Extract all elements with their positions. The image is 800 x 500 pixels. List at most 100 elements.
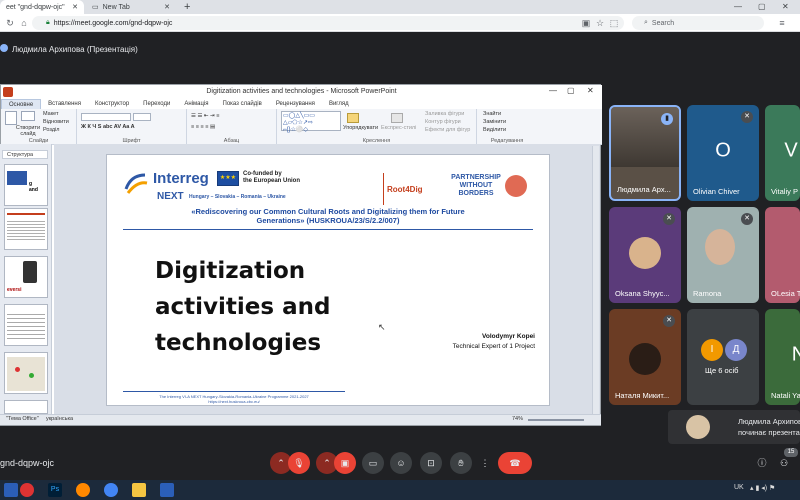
font-name-select[interactable] [81,113,131,121]
quick-styles-icon[interactable] [391,113,403,123]
browser-tab-meet[interactable]: eet "gnd-dqpw-ojc" ✕ [0,0,84,14]
participant-tile[interactable]: ✕ Ramona [687,207,759,303]
new-tab-icon[interactable]: + [184,0,190,14]
close-tab-icon[interactable]: ✕ [72,3,78,11]
participant-tile[interactable]: ▮ Людмила Арх... [609,105,681,201]
new-slide-button[interactable]: Створити слайд [15,125,41,137]
new-slide-icon[interactable] [21,111,35,121]
star-icon[interactable]: ☆ [594,17,606,29]
participant-tile[interactable]: OLesia T [765,207,800,303]
keyboard-language[interactable]: UK [734,484,744,491]
ribbon-tab-animations[interactable]: Анімація [177,99,215,109]
shape-effects-button[interactable]: Ефекти для фігур [425,127,470,133]
ribbon-tab-home[interactable]: Основне [1,99,42,109]
shape-outline-button[interactable]: Контур фігури [425,119,461,125]
zoom-slider[interactable] [528,419,584,421]
mic-toggle-button[interactable]: 🎙︎ [288,452,310,474]
tray-icons[interactable]: ▴ ▮ ◂) ⚑ [750,484,775,492]
slide-thumbnail[interactable] [4,352,48,394]
reload-icon[interactable]: ↻ [4,17,16,29]
select-button[interactable]: Виділити [483,127,506,133]
url-field[interactable]: 🔒︎ https://meet.google.com/gnd-dqpw-ojc [32,16,624,30]
paste-icon[interactable] [5,111,17,125]
current-slide[interactable]: Interreg ★★★ Co-funded by the European U… [106,154,550,406]
outline-tab[interactable]: Структура [2,150,48,159]
photoshop-icon[interactable]: Ps [48,483,62,497]
firefox-icon[interactable] [76,483,90,497]
participant-letter-avatar: V [784,139,798,162]
ppt-close-icon[interactable]: ✕ [587,86,594,95]
bullets-icon[interactable]: ☰ ☰ ⇤ ⇥ ≡ [191,113,219,119]
file-explorer-icon[interactable] [132,483,146,497]
menu-icon[interactable]: ≡ [776,17,788,29]
vertical-scrollbar[interactable] [592,146,599,418]
reset-button[interactable]: Відновити [43,119,69,125]
ribbon-tab-transitions[interactable]: Переходи [136,99,177,109]
browser-tab-new[interactable]: ▭ New Tab ✕ [86,0,176,14]
participant-tile[interactable]: N Natali Ya [765,309,800,405]
ribbon-tab-view[interactable]: Вигляд [322,99,356,109]
participant-name: Oksana Shyyc... [615,289,670,298]
opera-icon[interactable] [20,483,34,497]
present-button[interactable]: ⊡ [420,452,442,474]
participant-tile[interactable]: V Vitaliy P [765,105,800,201]
meeting-info-button[interactable]: ⓘ [754,452,770,474]
minimize-icon[interactable]: — [734,0,742,14]
layout-button[interactable]: Макет [43,111,59,117]
start-icon[interactable] [4,483,18,497]
raise-hand-button[interactable]: ✋︎ [450,452,472,474]
maximize-icon[interactable]: ▢ [758,0,766,14]
slide-thumbnail[interactable]: g and [4,164,48,206]
ribbon-group-font: Ж К Ч S abc AV Aa A Шрифт [77,109,187,145]
close-window-icon[interactable]: ✕ [782,0,789,14]
ppt-minimize-icon[interactable]: — [549,86,557,95]
slide-thumbnail[interactable]: eversi [4,256,48,298]
find-button[interactable]: Знайти [483,111,501,117]
title-line-3: technologies [155,330,322,356]
more-options-button[interactable]: ⋮ [478,452,492,474]
shapes-gallery[interactable]: ▭◯△╲▭▭ △▱⬠☆↗⇨ ⌐{}☆⚪◇ [281,111,341,133]
slide-thumbnail[interactable] [4,400,48,414]
extension-icon[interactable]: ⬚ [608,17,620,29]
slide-thumbnail[interactable] [4,304,48,346]
ribbon-tab-insert[interactable]: Вставлення [41,99,88,109]
slide-main-title: Digitization activities and technologies [155,253,330,361]
participant-name: Наталя Микит... [615,391,670,400]
info-icon: ⓘ [757,458,767,468]
section-button[interactable]: Розділ [43,127,59,133]
arrange-icon[interactable] [347,113,359,123]
ppt-title-bar: Digitization activities and technologies… [1,85,602,99]
replace-button[interactable]: Замінити [483,119,506,125]
search-input[interactable]: ⌕ Search [632,16,764,30]
align-icon[interactable]: ≡ ≡ ≡ ≡ ▤ [191,124,215,130]
participant-tile[interactable]: ✕ Oksana Shyyc... [609,207,681,303]
participant-tile-more[interactable]: І Д Ще 6 осіб [687,309,759,405]
camera-toggle-button[interactable]: ▣ [334,452,356,474]
participant-name: Natali Ya [771,391,800,400]
leave-call-button[interactable]: ☎︎ [498,452,532,474]
captions-button[interactable]: ▭ [362,452,384,474]
app-icon[interactable] [160,483,174,497]
emoji-button[interactable]: ☺ [390,452,412,474]
quick-styles-button[interactable]: Експрес-стилі [381,125,416,131]
participant-letter-avatar: O [715,139,731,162]
ppt-maximize-icon[interactable]: ▢ [567,86,575,95]
participant-photo-avatar [629,343,661,375]
home-icon[interactable]: ⌂ [18,17,30,29]
participant-tile[interactable]: ✕ Наталя Микит... [609,309,681,405]
close-tab-icon[interactable]: ✕ [164,3,170,11]
status-zoom[interactable]: 74% [512,416,523,422]
arrange-button[interactable]: Упорядкувати [343,125,378,131]
font-size-select[interactable] [133,113,151,121]
shape-fill-button[interactable]: Заливка фігури [425,111,464,117]
chrome-icon[interactable] [104,483,118,497]
bold-icon[interactable]: Ж К Ч S abc AV Aa A [81,124,135,130]
ribbon-tab-review[interactable]: Рецензування [269,99,322,109]
ribbon-tab-slideshow[interactable]: Показ слайдів [216,99,269,109]
ribbon-tab-design[interactable]: Конструктор [88,99,136,109]
slide-thumbnail[interactable] [4,208,48,250]
header-rule [123,229,533,230]
browser-address-bar: ↻ ⌂ 🔒︎ https://meet.google.com/gnd-dqpw-… [0,14,800,32]
camera-icon[interactable]: ▣ [580,17,592,29]
participant-tile[interactable]: ✕ O Olivian Chiver [687,105,759,201]
